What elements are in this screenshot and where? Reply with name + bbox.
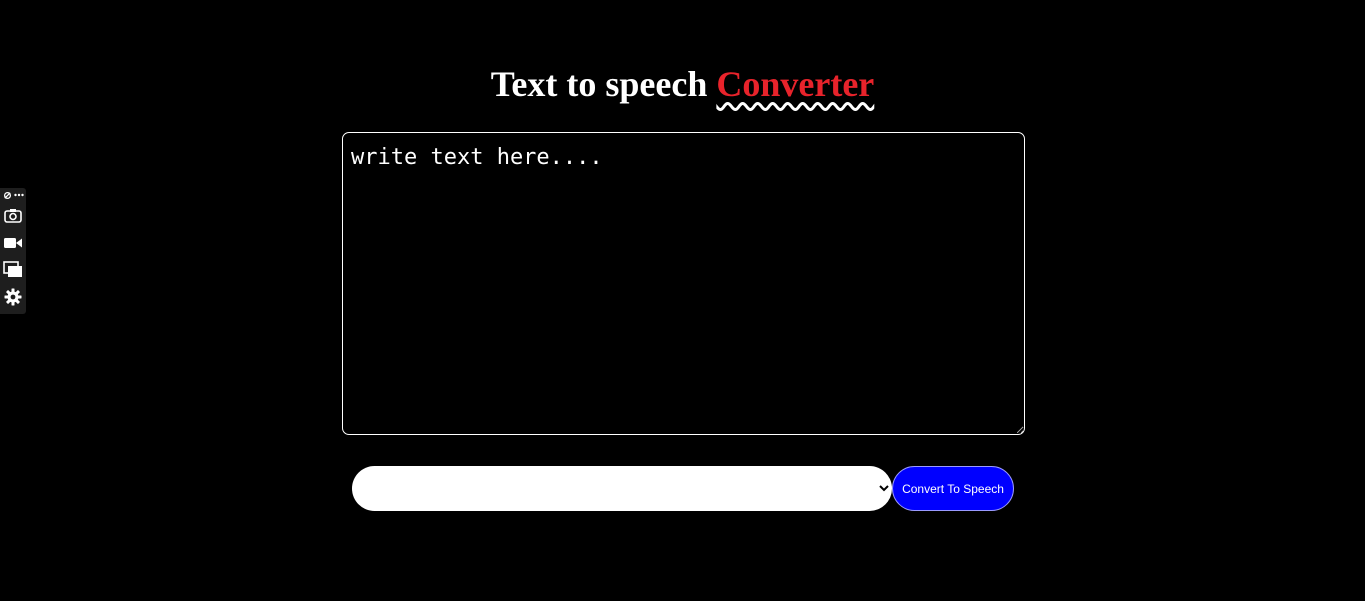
toolbar-header — [0, 188, 26, 202]
windows-icon — [3, 261, 22, 277]
more-icon[interactable] — [13, 193, 24, 197]
page-title-main: Text to speech — [490, 64, 717, 104]
text-input[interactable] — [342, 132, 1025, 435]
windows-button[interactable] — [0, 256, 26, 283]
settings-button[interactable] — [0, 283, 26, 310]
video-icon — [4, 237, 22, 248]
record-video-button[interactable] — [0, 229, 26, 256]
voice-select[interactable] — [352, 466, 892, 511]
screenshot-button[interactable] — [0, 202, 26, 229]
convert-to-speech-button[interactable]: Convert To Speech — [892, 466, 1014, 511]
page-title-accent: Converter — [716, 64, 875, 104]
gear-icon — [4, 288, 22, 305]
link-icon[interactable] — [3, 191, 12, 200]
capture-toolbar — [0, 188, 26, 314]
camera-icon — [4, 209, 22, 223]
page-title: Text to speech Converter — [0, 62, 1365, 106]
